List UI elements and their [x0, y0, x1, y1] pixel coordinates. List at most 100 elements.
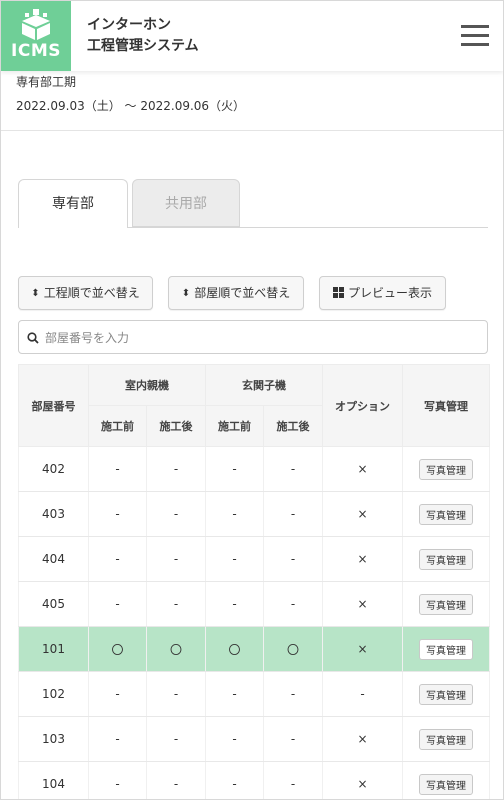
- photo-management-button[interactable]: 写真管理: [419, 503, 473, 525]
- entrance-before-cell: -: [205, 536, 264, 582]
- table-row[interactable]: 404 - - - - × 写真管理: [18, 536, 490, 582]
- header-indoor-unit: 室内親機: [88, 364, 206, 406]
- indoor-before-cell: -: [88, 581, 147, 627]
- photo-cell: 写真管理: [402, 626, 490, 672]
- photo-management-button[interactable]: 写真管理: [419, 728, 473, 750]
- logo-text: ICMS: [11, 41, 61, 61]
- period-range: 2022.09.03（土） ～ 2022.09.06（火）: [16, 99, 246, 113]
- option-cell: ×: [322, 581, 403, 627]
- sort-by-room-button[interactable]: ⬍ 部屋順で並べ替え: [168, 276, 304, 310]
- entrance-before-cell: 〇: [205, 626, 264, 672]
- sort-by-process-button[interactable]: ⬍ 工程順で並べ替え: [18, 276, 153, 310]
- photo-cell: 写真管理: [402, 446, 490, 492]
- room-number: 101: [18, 626, 89, 672]
- room-number: 104: [18, 761, 89, 799]
- photo-cell: 写真管理: [402, 716, 490, 762]
- indoor-after-cell: -: [146, 536, 206, 582]
- option-cell: ×: [322, 716, 403, 762]
- indoor-before-cell: -: [88, 446, 147, 492]
- photo-management-button[interactable]: 写真管理: [419, 458, 473, 480]
- indoor-after-cell: -: [146, 446, 206, 492]
- room-search-box[interactable]: [18, 320, 488, 354]
- header-option: オプション: [322, 364, 403, 447]
- header-room[interactable]: 部屋番号: [18, 364, 89, 447]
- app-title: インターホン 工程管理システム: [87, 17, 199, 54]
- room-search-input[interactable]: [43, 325, 477, 351]
- room-number: 405: [18, 581, 89, 627]
- table-row[interactable]: 405 - - - - × 写真管理: [18, 581, 490, 627]
- option-cell: ×: [322, 626, 403, 672]
- header-photo: 写真管理: [402, 364, 490, 447]
- entrance-after-cell: -: [263, 761, 323, 799]
- tab-common-area[interactable]: 共用部: [132, 179, 240, 227]
- app-frame: ICMS インターホン 工程管理システム 専有部工期 2022.09.03（土）…: [0, 0, 504, 800]
- header-entrance-before: 施工前: [205, 405, 264, 447]
- header-indoor-after: 施工後: [146, 405, 206, 447]
- entrance-after-cell: -: [263, 716, 323, 762]
- indoor-after-cell: 〇: [146, 626, 206, 672]
- option-cell: ×: [322, 536, 403, 582]
- option-cell: ×: [322, 761, 403, 799]
- table-row[interactable]: 402 - - - - × 写真管理: [18, 446, 490, 492]
- header-entrance-after: 施工後: [263, 405, 323, 447]
- room-number: 404: [18, 536, 89, 582]
- photo-cell: 写真管理: [402, 491, 490, 537]
- photo-management-button[interactable]: 写真管理: [419, 593, 473, 615]
- photo-management-button[interactable]: 写真管理: [419, 773, 473, 795]
- indoor-before-cell: 〇: [88, 626, 147, 672]
- room-number: 103: [18, 716, 89, 762]
- table-row-highlighted[interactable]: 101 〇 〇 〇 〇 × 写真管理: [18, 626, 490, 672]
- header-entrance-unit: 玄関子機: [205, 364, 323, 406]
- option-cell: ×: [322, 491, 403, 537]
- sort-process-label: 工程順で並べ替え: [43, 286, 140, 300]
- table-row[interactable]: 103 - - - - × 写真管理: [18, 716, 490, 762]
- room-number: 403: [18, 491, 89, 537]
- photo-cell: 写真管理: [402, 581, 490, 627]
- period-label: 専有部工期: [16, 75, 77, 89]
- app-header: ICMS インターホン 工程管理システム: [1, 1, 503, 71]
- indoor-after-cell: -: [146, 491, 206, 537]
- entrance-after-cell: -: [263, 671, 323, 717]
- option-cell: ×: [322, 446, 403, 492]
- table-row[interactable]: 102 - - - - - 写真管理: [18, 671, 490, 717]
- entrance-after-cell: -: [263, 491, 323, 537]
- photo-cell: 写真管理: [402, 761, 490, 799]
- photo-management-button[interactable]: 写真管理: [419, 638, 473, 660]
- sort-updown-icon: ⬍: [181, 287, 191, 299]
- indoor-before-cell: -: [88, 716, 147, 762]
- entrance-after-cell: -: [263, 446, 323, 492]
- header-indoor-before: 施工前: [88, 405, 147, 447]
- table-row[interactable]: 403 - - - - × 写真管理: [18, 491, 490, 537]
- entrance-before-cell: -: [205, 491, 264, 537]
- search-icon: [27, 332, 39, 344]
- app-logo[interactable]: ICMS: [1, 1, 71, 71]
- indoor-before-cell: -: [88, 671, 147, 717]
- indoor-before-cell: -: [88, 536, 147, 582]
- entrance-before-cell: -: [205, 446, 264, 492]
- photo-management-button[interactable]: 写真管理: [419, 548, 473, 570]
- hamburger-menu-icon[interactable]: [461, 25, 489, 47]
- grid-icon: [332, 287, 344, 298]
- entrance-before-cell: -: [205, 761, 264, 799]
- divider: [1, 130, 503, 131]
- indoor-before-cell: -: [88, 761, 147, 799]
- preview-label: プレビュー表示: [347, 286, 432, 300]
- building-blocks-icon: [22, 9, 50, 40]
- room-table: 部屋番号 室内親機 玄関子機 オプション 写真管理 施工前 施工後 施工前 施工…: [18, 364, 490, 799]
- indoor-after-cell: -: [146, 671, 206, 717]
- indoor-after-cell: -: [146, 761, 206, 799]
- preview-button[interactable]: プレビュー表示: [319, 276, 446, 310]
- photo-cell: 写真管理: [402, 536, 490, 582]
- tab-private-area[interactable]: 専有部: [18, 179, 128, 228]
- entrance-before-cell: -: [205, 716, 264, 762]
- entrance-after-cell: -: [263, 581, 323, 627]
- entrance-before-cell: -: [205, 671, 264, 717]
- entrance-after-cell: 〇: [263, 626, 323, 672]
- entrance-before-cell: -: [205, 581, 264, 627]
- room-number: 402: [18, 446, 89, 492]
- indoor-after-cell: -: [146, 716, 206, 762]
- table-row[interactable]: 104 - - - - × 写真管理: [18, 761, 490, 799]
- option-cell: -: [322, 671, 403, 717]
- photo-management-button[interactable]: 写真管理: [419, 683, 473, 705]
- room-number: 102: [18, 671, 89, 717]
